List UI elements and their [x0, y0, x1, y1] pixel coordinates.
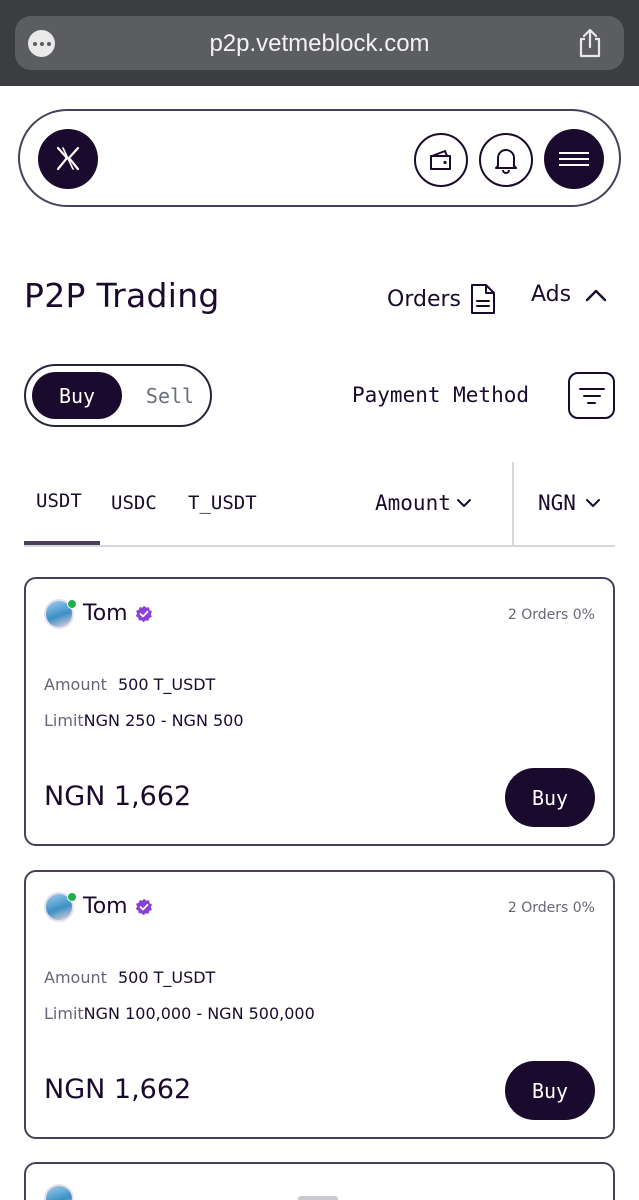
menu-button[interactable]	[544, 129, 604, 189]
filter-icon	[578, 387, 605, 390]
trader-name[interactable]: Tom	[83, 894, 128, 919]
verified-badge-icon	[135, 605, 152, 623]
buy-button[interactable]: Buy	[505, 1061, 595, 1120]
buy-sell-toggle: Buy Sell	[24, 364, 212, 427]
amount-value: 500 T_USDT	[117, 675, 216, 694]
limit-row: LimitNGN 250 - NGN 500	[44, 711, 244, 730]
payment-method-label[interactable]: Payment Method	[352, 383, 529, 407]
sell-tab[interactable]: Sell	[134, 372, 206, 419]
filter-divider	[512, 462, 514, 546]
browser-toolbar: p2p.vetmeblock.com	[0, 0, 639, 86]
amount-dropdown[interactable]: Amount	[375, 491, 471, 515]
limit-value: NGN 250 - NGN 500	[83, 711, 244, 730]
filter-button[interactable]	[568, 372, 615, 419]
orders-label: Orders	[387, 286, 461, 312]
document-icon	[470, 284, 495, 314]
avatar[interactable]	[44, 1184, 74, 1200]
price: NGN 1,662	[44, 1074, 192, 1105]
url-text[interactable]: p2p.vetmeblock.com	[15, 30, 624, 58]
orders-link[interactable]: Orders	[387, 282, 497, 316]
price: NGN 1,662	[44, 781, 192, 812]
limit-label: Limit	[44, 1004, 84, 1023]
currency-dropdown-label: NGN	[538, 491, 576, 515]
buy-tab[interactable]: Buy	[32, 372, 122, 419]
offer-card: Tom 2 Orders 0% Amount 500 T_USDT LimitN…	[24, 870, 615, 1139]
tabs-divider	[24, 545, 615, 547]
page-title: P2P Trading	[24, 276, 220, 315]
amount-value: 500 T_USDT	[117, 968, 216, 987]
logo-icon[interactable]	[38, 129, 98, 189]
offer-card: Tom 2 Orders 0% Amount 500 T_USDT LimitN…	[24, 577, 615, 846]
amount-label: Amount	[44, 675, 107, 694]
chevron-down-icon	[585, 499, 600, 507]
scroll-indicator	[298, 1196, 338, 1200]
amount-row: Amount 500 T_USDT	[44, 675, 215, 694]
share-icon[interactable]	[576, 28, 604, 58]
limit-value: NGN 100,000 - NGN 500,000	[83, 1004, 315, 1023]
wallet-button[interactable]	[414, 133, 468, 187]
currency-dropdown[interactable]: NGN	[538, 491, 600, 515]
orders-stat: 2 Orders 0%	[507, 900, 595, 916]
offer-card	[24, 1162, 615, 1200]
online-status-icon	[67, 599, 77, 609]
app-header	[18, 109, 621, 207]
amount-row: Amount 500 T_USDT	[44, 968, 215, 987]
amount-label: Amount	[44, 968, 107, 987]
orders-stat: 2 Orders 0%	[507, 607, 595, 623]
tab-t-usdt[interactable]: T_USDT	[188, 492, 257, 514]
menu-icon	[559, 152, 589, 154]
notifications-button[interactable]	[479, 133, 533, 187]
ads-toggle[interactable]: Ads	[531, 282, 607, 307]
wallet-icon	[430, 150, 451, 170]
bell-icon	[495, 149, 517, 174]
ads-label: Ads	[531, 282, 572, 307]
verified-badge-icon	[135, 898, 152, 916]
chevron-up-icon	[585, 289, 607, 301]
online-status-icon	[67, 892, 77, 902]
address-bar[interactable]: p2p.vetmeblock.com	[15, 16, 624, 70]
amount-dropdown-label: Amount	[375, 491, 451, 515]
chevron-down-icon	[456, 499, 471, 507]
limit-row: LimitNGN 100,000 - NGN 500,000	[44, 1004, 315, 1023]
trader-name[interactable]: Tom	[83, 601, 128, 626]
tab-usdt[interactable]: USDT	[36, 490, 82, 512]
active-tab-indicator	[24, 541, 100, 545]
limit-label: Limit	[44, 711, 84, 730]
tab-usdc[interactable]: USDC	[111, 492, 157, 514]
buy-button[interactable]: Buy	[505, 768, 595, 827]
